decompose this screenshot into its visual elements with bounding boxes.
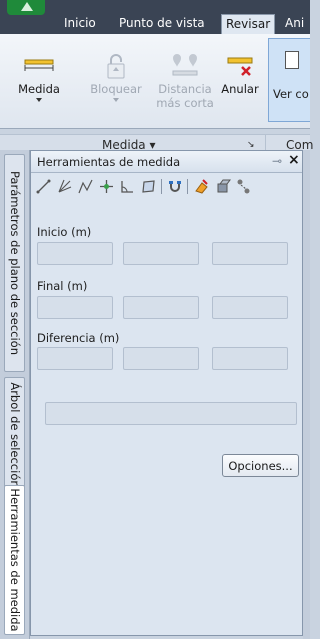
anular-button[interactable]: Anular (219, 38, 261, 118)
transform-icon[interactable] (214, 178, 231, 195)
distance-field[interactable] (45, 402, 297, 425)
point-to-multiple-points-icon[interactable] (56, 178, 73, 195)
ribbon-panel: Medida Bloquear Distancia más corta Anul… (0, 34, 313, 154)
view-icon (285, 51, 299, 69)
area-icon[interactable] (140, 178, 157, 195)
final-x-field[interactable] (37, 296, 113, 319)
toolbar-separator (161, 179, 162, 194)
panel-title: Herramientas de medida (37, 155, 181, 169)
application-menu-button[interactable] (7, 0, 45, 15)
final-z-field[interactable] (212, 296, 288, 319)
pin-icon[interactable]: ⊸ (272, 154, 282, 168)
point-to-point-icon[interactable] (35, 178, 52, 195)
tab-parametros-plano-seccion[interactable]: Parámetros de plano de sección (4, 154, 25, 372)
panel-header: Herramientas de medida ⊸ × (31, 151, 302, 173)
lock-icon (101, 52, 131, 80)
final-label: Final (m) (37, 279, 88, 293)
diferencia-z-field[interactable] (212, 347, 288, 370)
ribbon-tab-row: Inicio Punto de vista Revisar Ani (0, 0, 310, 34)
tab-revisar[interactable]: Revisar (221, 14, 276, 34)
right-edge-strip (303, 150, 310, 639)
inicio-z-field[interactable] (212, 242, 288, 265)
point-line-icon[interactable] (77, 178, 94, 195)
tab-arbol-label: Árbol de selección (7, 382, 22, 488)
lock-icon[interactable] (167, 178, 184, 195)
tab-arbol-seleccion[interactable]: Árbol de selección (4, 377, 25, 493)
ver-button[interactable]: Ver co (268, 38, 310, 122)
bloquear-label: Bloquear (90, 82, 142, 96)
diferencia-label: Diferencia (m) (37, 331, 120, 345)
measure-tools-panel: Herramientas de medida ⊸ × Inicio (m) Fi… (30, 150, 303, 636)
toolbar-separator (187, 179, 188, 194)
chevron-down-icon (113, 98, 119, 102)
medida-label: Medida (18, 82, 60, 96)
diferencia-x-field[interactable] (37, 347, 113, 370)
opciones-button[interactable]: Opciones... (222, 454, 299, 477)
inicio-y-field[interactable] (123, 242, 199, 265)
tab-inicio[interactable]: Inicio (64, 14, 96, 34)
ver-label: Ver co (273, 87, 309, 101)
inicio-x-field[interactable] (37, 242, 113, 265)
close-icon[interactable]: × (288, 152, 300, 168)
chevron-down-icon (36, 98, 42, 102)
distancia-label-1: Distancia (158, 82, 212, 96)
ruler-icon (22, 52, 56, 80)
tab-herramientas-medida[interactable]: Herramientas de medida (4, 485, 25, 635)
final-y-field[interactable] (123, 296, 199, 319)
accumulate-icon[interactable] (98, 178, 115, 195)
bloquear-button[interactable]: Bloquear (86, 38, 146, 118)
tab-herramientas-label: Herramientas de medida (7, 488, 22, 632)
shortest-distance-icon[interactable] (235, 178, 252, 195)
tab-parametros-label: Parámetros de plano de sección (7, 171, 22, 355)
distancia-mas-corta-button[interactable]: Distancia más corta (155, 38, 215, 118)
side-tab-strip: Parámetros de plano de sección Árbol de … (0, 150, 30, 639)
anular-label: Anular (221, 82, 259, 96)
clear-measure-icon (225, 52, 255, 80)
inicio-label: Inicio (m) (37, 225, 92, 239)
tab-punto-de-vista[interactable]: Punto de vista (119, 14, 205, 34)
distancia-label-2: más corta (156, 96, 214, 110)
tab-animacion[interactable]: Ani (285, 14, 310, 34)
clear-icon[interactable] (193, 178, 210, 195)
angle-icon[interactable] (119, 178, 136, 195)
measure-toolbar (31, 175, 302, 199)
diferencia-y-field[interactable] (123, 347, 199, 370)
shortest-distance-icon (168, 52, 202, 80)
medida-button[interactable]: Medida (14, 38, 64, 118)
